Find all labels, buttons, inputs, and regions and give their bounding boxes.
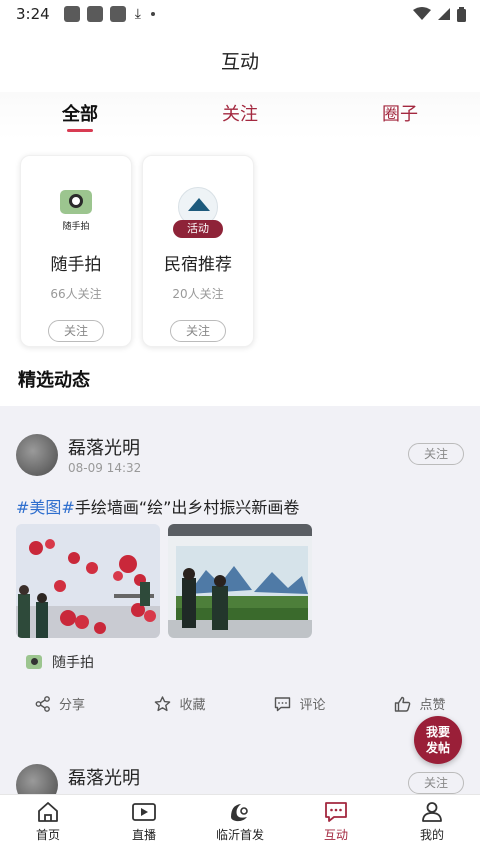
tab-bar: 全部 关注 圈子 xyxy=(0,92,480,140)
create-post-button[interactable]: 我要 发帖 xyxy=(414,716,462,764)
camera-icon xyxy=(26,655,42,669)
post-actions: 分享 收藏 评论 点赞 xyxy=(0,694,480,713)
collect-button[interactable]: 收藏 xyxy=(120,694,240,713)
notification-icon xyxy=(109,6,126,22)
post-image[interactable] xyxy=(168,524,312,638)
chat-icon xyxy=(325,802,347,822)
battery-icon xyxy=(457,6,466,22)
icon-caption: 随手拍 xyxy=(62,222,90,232)
more-notifications-dot-icon xyxy=(150,12,155,16)
wifi-icon xyxy=(413,7,431,20)
follow-button[interactable]: 关注 xyxy=(408,772,464,794)
circle-card-suishoupai[interactable]: 随手拍 随手拍 66人关注 关注 xyxy=(20,155,132,347)
post-author[interactable]: 磊落光明 xyxy=(68,434,140,460)
topic-tag[interactable]: #美图# xyxy=(16,498,75,517)
nav-label: 临沂首发 xyxy=(215,828,264,842)
tab-following[interactable]: 关注 xyxy=(160,92,320,140)
circle-card-minsu[interactable]: 活动 民宿推荐 20人关注 关注 xyxy=(142,155,254,347)
follow-button[interactable]: 关注 xyxy=(408,443,464,465)
post-card[interactable]: 磊落光明 关注 xyxy=(0,758,480,794)
status-time: 3:24 xyxy=(16,5,50,23)
mural-photo-2 xyxy=(168,524,312,638)
nav-live[interactable]: 直播 xyxy=(96,795,192,852)
follow-button[interactable]: 关注 xyxy=(170,320,226,342)
notification-icon xyxy=(63,6,80,22)
follow-button[interactable]: 关注 xyxy=(48,320,104,342)
post-body: 手绘墙画“绘”出乡村振兴新画卷 xyxy=(74,498,300,517)
nav-label: 直播 xyxy=(131,828,156,842)
minsu-logo: 活动 xyxy=(173,184,223,238)
circle-name: 随手拍 xyxy=(50,255,102,275)
post-author[interactable]: 磊落光明 xyxy=(68,764,140,790)
circle-follower-count: 66人关注 xyxy=(50,287,102,301)
avatar[interactable] xyxy=(16,434,58,476)
collect-label: 收藏 xyxy=(179,698,206,713)
circle-follower-count: 20人关注 xyxy=(172,287,224,301)
page-title: 互动 xyxy=(220,50,259,73)
nav-home[interactable]: 首页 xyxy=(0,795,96,852)
nav-label: 我的 xyxy=(419,828,444,842)
nav-linyi-first[interactable]: 临沂首发 xyxy=(192,795,288,852)
tab-circles[interactable]: 圈子 xyxy=(320,92,480,140)
create-post-label-line1: 我要 xyxy=(425,725,450,739)
share-label: 分享 xyxy=(58,698,85,713)
like-label: 点赞 xyxy=(419,698,446,713)
notification-icon xyxy=(86,6,103,22)
share-icon xyxy=(35,695,50,712)
camera-icon: 随手拍 xyxy=(53,184,99,232)
share-button[interactable]: 分享 xyxy=(0,694,120,713)
post-image[interactable] xyxy=(16,524,160,638)
post-time: 08-09 14:32 xyxy=(68,461,142,475)
nav-label: 首页 xyxy=(35,828,60,842)
signal-icon xyxy=(438,8,450,20)
comment-button[interactable]: 评论 xyxy=(240,694,360,713)
comment-label: 评论 xyxy=(299,698,326,713)
post-circle-name: 随手拍 xyxy=(52,655,94,671)
tab-all[interactable]: 全部 xyxy=(0,92,160,140)
mural-photo-1 xyxy=(16,524,160,638)
avatar[interactable] xyxy=(16,764,58,794)
circle-name: 民宿推荐 xyxy=(164,255,232,275)
nav-mine[interactable]: 我的 xyxy=(384,795,480,852)
section-title: 精选动态 xyxy=(18,370,90,391)
post-circle-link[interactable]: 随手拍 xyxy=(26,652,94,672)
create-post-label-line2: 发帖 xyxy=(425,741,450,755)
feed: 磊落光明 08-09 14:32 关注 #美图#手绘墙画“绘”出乡村振兴新画卷 xyxy=(0,406,480,794)
download-icon: ⤓ xyxy=(134,6,141,22)
comment-icon xyxy=(275,696,291,711)
bottom-nav: 首页 直播 临沂首发 互动 我的 xyxy=(0,794,480,852)
post-text[interactable]: #美图#手绘墙画“绘”出乡村振兴新画卷 xyxy=(16,494,299,518)
thumbs-up-icon xyxy=(395,696,411,712)
home-icon xyxy=(38,802,58,822)
linyi-logo-icon xyxy=(231,804,248,822)
post-card[interactable]: 磊落光明 08-09 14:32 关注 #美图#手绘墙画“绘”出乡村振兴新画卷 xyxy=(0,406,480,736)
like-button[interactable]: 点赞 xyxy=(360,694,480,713)
user-icon xyxy=(422,802,442,822)
nav-label: 互动 xyxy=(323,828,348,842)
live-icon xyxy=(132,803,156,821)
status-bar: 3:24 ⤓ xyxy=(0,0,480,28)
activity-badge: 活动 xyxy=(173,220,223,238)
star-icon xyxy=(155,695,171,711)
circle-cards: 随手拍 随手拍 66人关注 关注 活动 民宿推荐 20人关注 关注 xyxy=(20,155,254,347)
nav-interaction[interactable]: 互动 xyxy=(288,795,384,852)
